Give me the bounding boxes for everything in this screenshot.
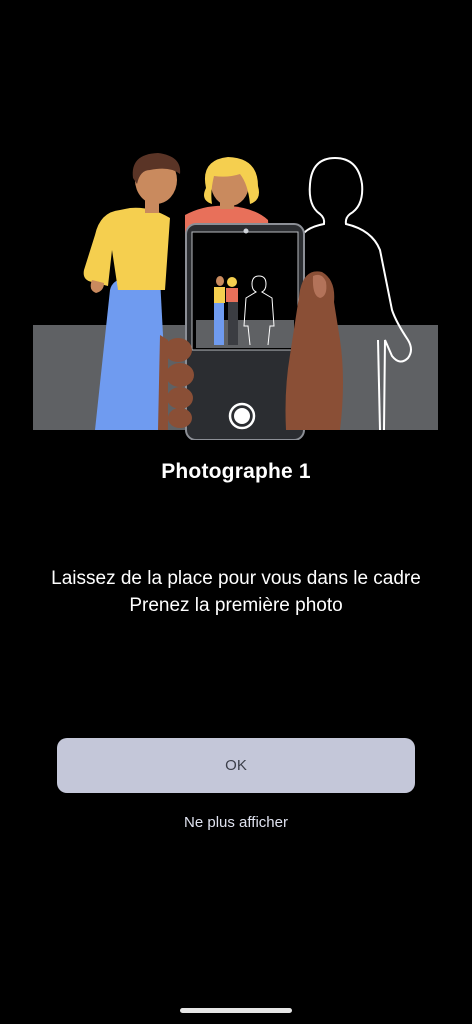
home-indicator[interactable] <box>180 1008 292 1013</box>
instruction-line-2: Prenez la première photo <box>129 594 343 616</box>
dialog-title: Photographe 1 <box>161 460 311 483</box>
dont-show-again-link[interactable]: Ne plus afficher <box>0 814 472 831</box>
left-hand <box>158 335 194 430</box>
group-photo-illustration <box>33 153 438 440</box>
ok-button[interactable]: OK <box>57 738 415 793</box>
instruction-text: Laissez de la place pour vous dans le ca… <box>40 566 432 619</box>
instruction-line-1: Laissez de la place pour vous dans le ca… <box>51 568 421 589</box>
photographer-dialog-screen: Photographe 1 Laissez de la place pour v… <box>0 0 472 1024</box>
